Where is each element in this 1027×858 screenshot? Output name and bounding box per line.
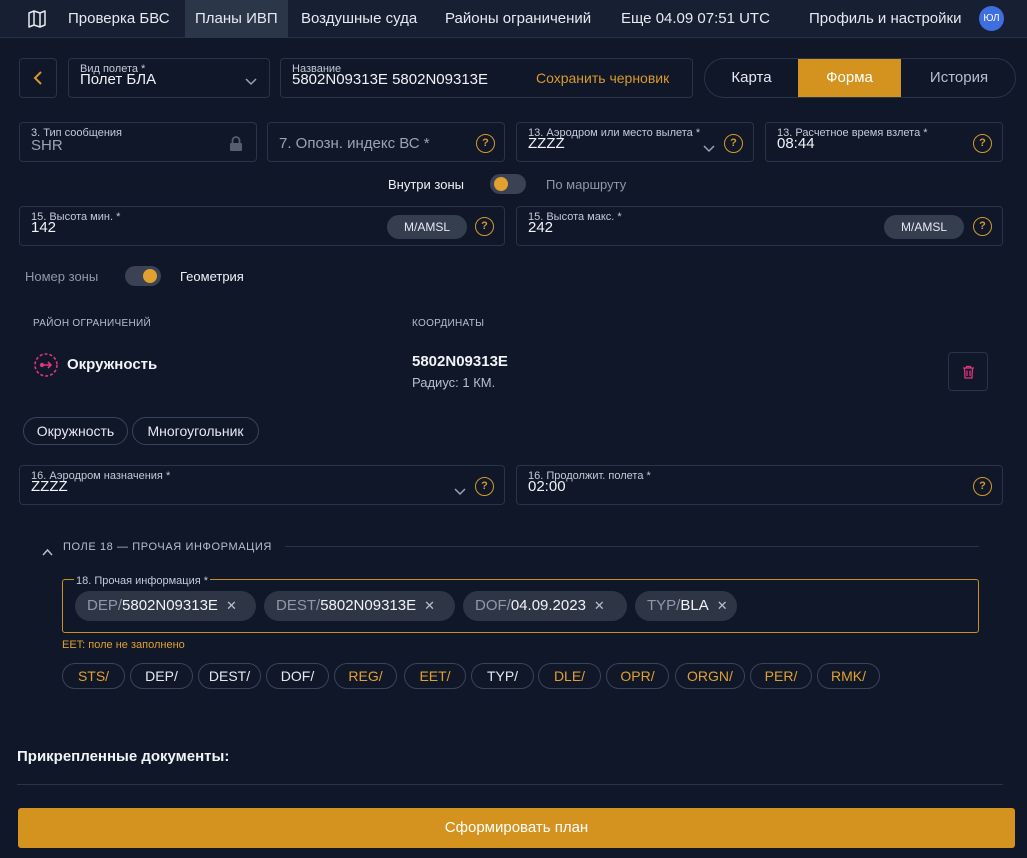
chip-dep: DEP/5802N09313E ✕ [75, 591, 256, 621]
destination-aerodrome-value: ZZZZ [31, 478, 68, 495]
inside-zone-label: Внутри зоны [388, 177, 464, 192]
nav-item-more[interactable]: Еще 04.09 07:51 UTC [621, 0, 770, 38]
altitude-max-field[interactable]: 15. Высота макс. * 242 M/AMSL ? [516, 206, 1003, 246]
tag-button-dle[interactable]: DLE/ [538, 663, 601, 689]
tag-button-per[interactable]: PER/ [750, 663, 812, 689]
restriction-area-name: Окружность [67, 356, 158, 373]
attached-documents-title: Прикрепленные документы: [17, 748, 230, 765]
tag-button-dep[interactable]: DEP/ [130, 663, 193, 689]
altitude-max-value: 242 [528, 219, 554, 236]
departure-time-value: 08:44 [777, 135, 815, 152]
message-type-value: SHR [31, 137, 63, 154]
chevron-down-icon [703, 140, 715, 156]
nav-item-restriction-areas[interactable]: Районы ограничений [445, 0, 591, 38]
by-route-label: По маршруту [546, 177, 627, 192]
delete-button[interactable] [948, 352, 988, 391]
help-icon[interactable]: ? [973, 134, 992, 153]
flight-duration-value: 02:00 [528, 478, 566, 495]
zone-geometry-toggle[interactable] [125, 266, 161, 286]
plan-name-field[interactable]: Название 5802N09313E 5802N09313E Сохрани… [280, 58, 693, 98]
tag-button-sts[interactable]: STS/ [62, 663, 125, 689]
tag-button-typ[interactable]: TYP/ [471, 663, 534, 689]
circle-zone-icon [33, 352, 59, 381]
help-icon[interactable]: ? [973, 217, 992, 236]
aircraft-id-field[interactable]: 7. Опозн. индекс ВС * ? [267, 122, 505, 162]
chip-dof: DOF/04.09.2023 ✕ [463, 591, 627, 621]
nav-item-flight-plans[interactable]: Планы ИВП [185, 0, 288, 38]
top-nav: Проверка БВС Планы ИВП Воздушные суда Ра… [0, 0, 1027, 38]
geometry-label: Геометрия [180, 269, 244, 284]
documents-divider [17, 784, 1003, 785]
validation-error: EET: поле не заполнено [62, 639, 185, 651]
add-polygon-button[interactable]: Многоугольник [132, 417, 259, 445]
view-tabs: Карта Форма История [704, 58, 1016, 98]
zone-route-toggle[interactable] [490, 174, 526, 194]
flight-duration-field[interactable]: 16. Продолжит. полета * 02:00 ? [516, 465, 1003, 505]
tag-button-opr[interactable]: OPR/ [606, 663, 669, 689]
altitude-min-value: 142 [31, 219, 57, 236]
close-icon[interactable]: ✕ [226, 598, 237, 613]
close-icon[interactable]: ✕ [594, 598, 605, 613]
column-header-area: РАЙОН ОГРАНИЧЕНИЙ [33, 318, 151, 329]
plan-name-value: 5802N09313E 5802N09313E [292, 71, 489, 88]
add-circle-button[interactable]: Окружность [23, 417, 128, 445]
save-draft-button[interactable]: Сохранить черновик [536, 70, 669, 86]
nav-item-profile[interactable]: Профиль и настройки [809, 0, 961, 38]
tag-button-rmk[interactable]: RMK/ [817, 663, 880, 689]
nav-item-aircraft[interactable]: Воздушные суда [301, 0, 417, 38]
flight-type-select[interactable]: Вид полета * Полет БЛА [68, 58, 270, 98]
help-icon[interactable]: ? [724, 134, 743, 153]
tag-button-eet[interactable]: EET/ [404, 663, 466, 689]
departure-aerodrome-select[interactable]: 13. Аэродром или место вылета * ZZZZ ? [516, 122, 754, 162]
departure-aerodrome-value: ZZZZ [528, 135, 565, 152]
flight-type-value: Полет БЛА [80, 71, 157, 88]
departure-time-field[interactable]: 13. Расчетное время взлета * 08:44 ? [765, 122, 1003, 162]
other-info-label: 18. Прочая информация * [74, 575, 211, 587]
destination-aerodrome-select[interactable]: 16. Аэродром назначения * ZZZZ ? [19, 465, 505, 505]
zone-number-label: Номер зоны [25, 269, 99, 284]
tag-button-orgn[interactable]: ORGN/ [675, 663, 745, 689]
field18-section-title: ПОЛЕ 18 — ПРОЧАЯ ИНФОРМАЦИЯ [63, 541, 272, 553]
tag-button-dest[interactable]: DEST/ [198, 663, 261, 689]
chip-typ: TYP/BLA ✕ [635, 591, 737, 621]
tag-button-dof[interactable]: DOF/ [266, 663, 329, 689]
nav-item-bvs-check[interactable]: Проверка БВС [68, 0, 170, 38]
trash-icon [962, 365, 975, 382]
chevron-up-icon[interactable] [42, 543, 53, 559]
column-header-coords: КООРДИНАТЫ [412, 318, 485, 329]
back-button[interactable] [19, 58, 57, 98]
chevron-down-icon [454, 483, 466, 499]
lock-icon [229, 136, 243, 155]
close-icon[interactable]: ✕ [717, 598, 728, 613]
help-icon[interactable]: ? [973, 477, 992, 496]
section-divider [285, 546, 979, 547]
restriction-coords: 5802N09313E [412, 353, 508, 370]
chevron-left-icon [32, 70, 44, 89]
aircraft-id-placeholder: 7. Опозн. индекс ВС * [279, 135, 430, 152]
help-icon[interactable]: ? [475, 477, 494, 496]
chip-dest: DEST/5802N09313E ✕ [264, 591, 455, 621]
altitude-min-field[interactable]: 15. Высота мин. * 142 M/AMSL ? [19, 206, 505, 246]
altitude-unit-button[interactable]: M/AMSL [884, 215, 964, 239]
message-type-field: 3. Тип сообщения SHR [19, 122, 257, 162]
chevron-down-icon [245, 73, 257, 89]
submit-plan-button[interactable]: Сформировать план [18, 808, 1015, 848]
tab-form[interactable]: Форма [798, 59, 901, 97]
tab-history[interactable]: История [901, 59, 1015, 97]
avatar[interactable]: ЮЛ [979, 6, 1004, 31]
help-icon[interactable]: ? [476, 134, 495, 153]
help-icon[interactable]: ? [475, 217, 494, 236]
altitude-unit-button[interactable]: M/AMSL [387, 215, 467, 239]
tag-button-reg[interactable]: REG/ [334, 663, 397, 689]
close-icon[interactable]: ✕ [424, 598, 435, 613]
map-icon[interactable] [27, 9, 47, 29]
tab-map[interactable]: Карта [705, 59, 798, 97]
restriction-radius: Радиус: 1 КМ. [412, 375, 496, 390]
